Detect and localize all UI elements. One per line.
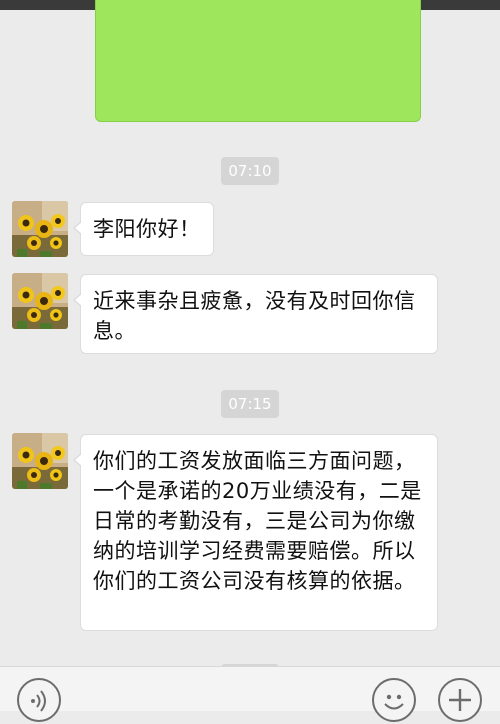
timestamp: 07:10	[221, 157, 279, 185]
input-toolbar	[0, 666, 500, 722]
emoji-button[interactable]	[372, 678, 416, 722]
message-text: 近来事杂且疲惫，没有及时回你信息。	[93, 289, 416, 343]
emoji-icon	[384, 694, 404, 710]
voice-button[interactable]	[17, 678, 61, 722]
plus-icon	[449, 689, 471, 711]
received-message-bubble[interactable]: 你们的工资发放面临三方面问题，一个是承诺的20万业绩没有，二是日常的考勤没有，三…	[73, 434, 438, 631]
message-text: 你们的工资发放面临三方面问题，一个是承诺的20万业绩没有，二是日常的考勤没有，三…	[93, 449, 422, 593]
timestamp: 07:15	[221, 390, 279, 418]
avatar[interactable]	[12, 273, 68, 329]
received-message-bubble[interactable]: 李阳你好！	[73, 202, 214, 256]
avatar[interactable]	[12, 433, 68, 489]
voice-icon	[31, 690, 46, 712]
message-text: 李阳你好！	[93, 217, 201, 241]
sent-message-bubble[interactable]	[95, 0, 421, 122]
avatar[interactable]	[12, 201, 68, 257]
more-button[interactable]	[438, 678, 482, 722]
received-message-bubble[interactable]: 近来事杂且疲惫，没有及时回你信息。	[73, 274, 438, 354]
